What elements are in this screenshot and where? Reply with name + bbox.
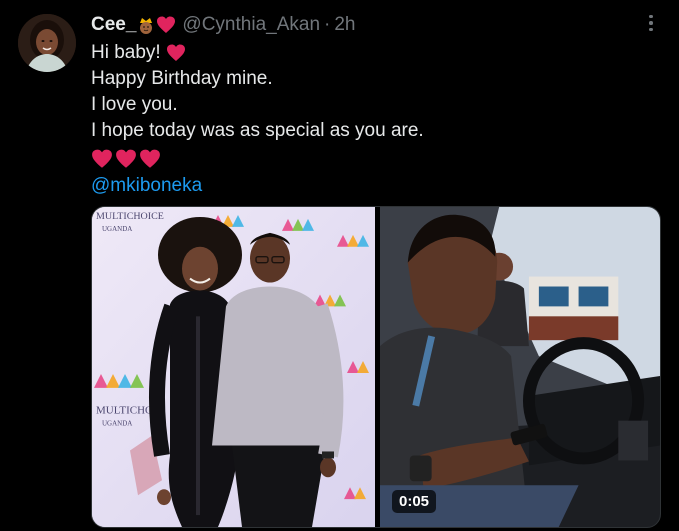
video-attachment[interactable]: 0:05 [380, 207, 660, 527]
svg-text:MULTICHOI: MULTICHOI [96, 405, 157, 417]
red-heart-emoji [91, 148, 113, 170]
red-heart-emoji [166, 43, 186, 63]
crown-woman-emoji [136, 15, 156, 35]
tweet-timestamp[interactable]: 2h [334, 14, 355, 36]
red-heart-emoji [139, 148, 161, 170]
video-duration-badge: 0:05 [392, 490, 437, 513]
red-heart-emoji [115, 148, 137, 170]
tweet-header: Cee_ @Cynthia_Akan · 2h [91, 12, 355, 38]
mention-link[interactable]: @mkiboneka [91, 173, 651, 199]
tweet-line-4: I hope today was as special as you are. [91, 120, 424, 141]
avatar[interactable] [18, 14, 76, 72]
tweet[interactable]: Cee_ @Cynthia_Akan · 2h Hi baby! Happy B… [0, 0, 679, 531]
tweet-line-1: Hi baby! [91, 40, 651, 66]
tweet-text: Hi baby! Happy Birthday mine. I love you… [91, 40, 651, 199]
svg-text:MULTICHOICE: MULTICHOICE [96, 211, 164, 222]
user-handle[interactable]: @Cynthia_Akan [182, 14, 320, 36]
media-grid: MULTICHOICE UGANDA MULTICHOI UGANDA 0:05 [91, 206, 661, 528]
red-heart-emoji [156, 15, 176, 35]
trailing-hearts [91, 144, 651, 173]
display-name[interactable]: Cee_ [91, 14, 136, 36]
svg-text:UGANDA: UGANDA [102, 225, 132, 233]
photo-attachment[interactable]: MULTICHOICE UGANDA MULTICHOI UGANDA [92, 207, 375, 527]
tweet-line-3: I love you. [91, 94, 178, 115]
photo-image: MULTICHOICE UGANDA MULTICHOI UGANDA [92, 207, 375, 527]
avatar-image [18, 14, 76, 72]
tweet-line-1-text: Hi baby! [91, 42, 161, 63]
separator-dot: · [324, 14, 331, 35]
more-options-icon[interactable] [640, 12, 662, 34]
video-thumbnail [380, 207, 660, 527]
svg-text:UGANDA: UGANDA [102, 420, 132, 428]
tweet-line-2: Happy Birthday mine. [91, 68, 273, 89]
